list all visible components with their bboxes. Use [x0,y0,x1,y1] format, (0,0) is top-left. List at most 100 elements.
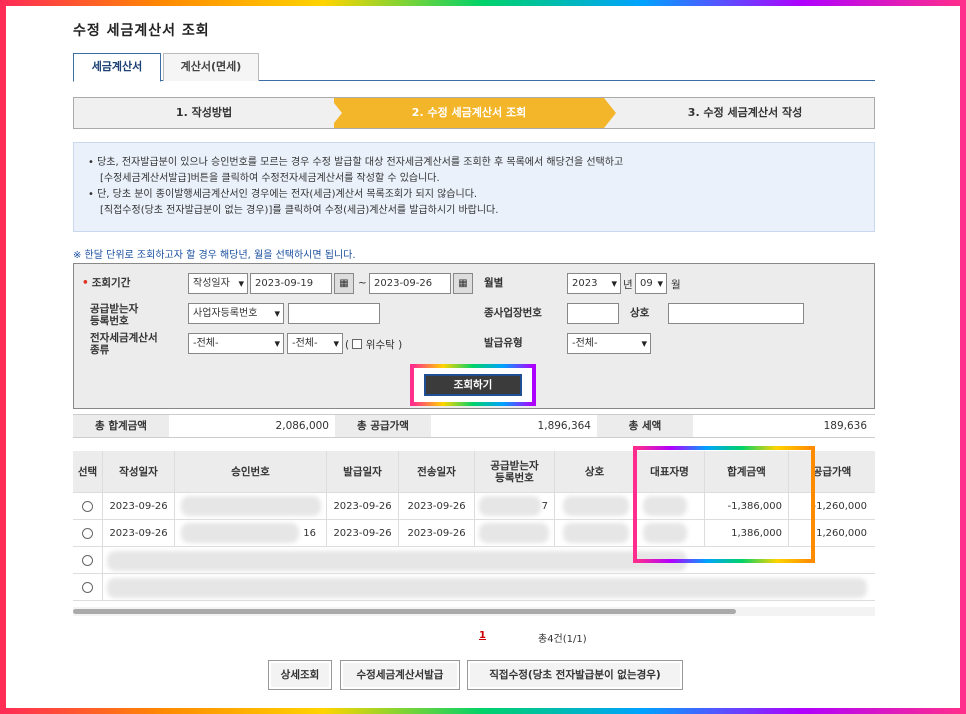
date-from-input[interactable]: 2023-09-19 [250,273,332,294]
period-label-text: 조회기간 [91,277,131,289]
month-unit: 월 [671,279,681,291]
total-sum-label: 총 합계금액 [73,415,169,437]
monthly-label: 월별 [484,277,504,289]
cell-buyer-reg: 7 [475,493,555,519]
page-link[interactable]: 1 [479,630,486,641]
redacted-block [181,496,321,516]
cell-approval-no [175,493,327,519]
issue-type-label: 발급유형 [484,337,523,349]
period-label: • 조회기간 [82,277,130,289]
col-write-date: 작성일자 [103,451,175,492]
notice-box: • 당초, 전자발급분이 있으나 승인번호를 모르는 경우 수정 발급할 대상 … [73,142,875,232]
consign-group: ( 위수탁 ) [345,339,403,351]
cell-issue-date: 2023-09-26 [327,520,399,546]
redacted-block [479,523,549,543]
search-button-highlight: 조회하기 [410,364,536,406]
step-2: 2. 수정 세금계산서 조회 [334,98,604,128]
reg-type-select[interactable]: 사업자등록번호 [188,303,284,324]
invoice-type-label: 전자세금계산서 종류 [90,332,158,356]
notice-line: • 당초, 전자발급분이 있으나 승인번호를 모르는 경우 수정 발급할 대상 … [88,157,624,168]
branch-label: 종사업장번호 [484,307,542,319]
row-select-cell [73,493,103,519]
row-select-cell [73,574,103,600]
redacted-block [479,496,541,516]
cell-issue-date: 2023-09-26 [327,493,399,519]
cell-send-date: 2023-09-26 [399,493,475,519]
cell-write-date: 2023-09-26 [103,493,175,519]
tab-bar: 세금계산서 계산서(면세) [73,53,875,82]
consign-checkbox[interactable] [352,339,363,349]
step-3: 3. 수정 세금계산서 작성 [687,106,803,119]
redacted-block [107,578,867,598]
total-sum-value: 2,086,000 [275,420,329,432]
cell-company [555,520,635,546]
step-arrow [330,98,342,128]
month-select[interactable]: 09 [635,273,667,294]
total-tax-value: 189,636 [823,420,867,432]
cell-company [555,493,635,519]
monthly-hint: ※ 한달 단위로 조회하고자 할 경우 해당년, 월을 선택하시면 됩니다. [73,250,356,261]
col-select: 선택 [73,451,103,492]
company-input[interactable] [668,303,804,324]
row-radio[interactable] [82,500,93,512]
row-select-cell [73,520,103,546]
result-count: 총4건(1/1) [538,634,587,645]
horizontal-scrollbar[interactable] [73,607,875,616]
consign-label: 위수탁 [365,339,395,351]
col-send-date: 전송일자 [399,451,475,492]
company-label: 상호 [630,307,650,319]
year-unit: 년 [623,279,633,291]
year-select[interactable]: 2023 [567,273,621,294]
notice-line: [직접수정(당초 전자발급분이 없는 경우)]를 클릭하여 수정(세금)계산서를… [100,205,499,216]
row-radio[interactable] [82,554,93,566]
redacted-block [107,551,687,571]
buyer-reg-label: 공급받는자 등록번호 [90,303,139,327]
notice-line: • 단, 당초 분이 종이발행세금계산서인 경우에는 전자(세금)계산서 목록조… [88,189,478,200]
scrollbar-thumb[interactable] [73,609,736,614]
branch-input[interactable] [567,303,619,324]
row-select-cell [73,547,103,573]
step-indicator: 1. 작성방법 2. 수정 세금계산서 조회 3. 수정 세금계산서 작성 [73,97,875,129]
row-radio[interactable] [82,527,93,539]
col-issue-date: 발급일자 [327,451,399,492]
total-supply-label: 총 공급가액 [335,415,431,437]
redacted-block [563,523,629,543]
approval-tail: 16 [303,527,316,539]
invoice-subtype-select[interactable]: -전체- [287,333,343,354]
step-1: 1. 작성방법 [175,106,233,119]
cell-write-date: 2023-09-26 [103,520,175,546]
cell-buyer-reg [475,520,555,546]
issue-type-select[interactable]: -전체- [567,333,651,354]
col-buyer-reg: 공급받는자 등록번호 [475,451,555,492]
required-icon: • [82,277,89,289]
detail-button[interactable]: 상세조회 [268,660,332,690]
notice-line: [수정세금계산서발급]버튼을 클릭하여 수정전자세금계산서를 작성할 수 있습니… [100,173,440,184]
direct-amend-button[interactable]: 직접수정(당초 전자발급분이 없는경우) [467,660,683,690]
invoice-type-select[interactable]: -전체- [188,333,284,354]
amend-issue-button[interactable]: 수정세금계산서발급 [340,660,460,690]
total-tax-label: 총 세액 [597,415,693,437]
page-title: 수정 세금계산서 조회 [73,23,210,39]
search-button[interactable]: 조회하기 [424,374,522,396]
tab-invoice-exempt[interactable]: 계산서(면세) [163,53,259,81]
col-approval-no: 승인번호 [175,451,327,492]
cell-approval-no: 16 [175,520,327,546]
row-radio[interactable] [82,581,93,593]
amount-highlight [633,446,815,563]
col-company: 상호 [555,451,635,492]
cell-send-date: 2023-09-26 [399,520,475,546]
calendar-icon[interactable]: ▦ [453,273,473,294]
range-tilde: ~ [358,277,367,289]
step-arrow [604,98,616,128]
total-supply-value: 1,896,364 [537,420,591,432]
reg-number-input[interactable] [288,303,380,324]
totals-bar: 총 합계금액 2,086,000 총 공급가액 1,896,364 총 세액 1… [73,414,875,438]
date-to-input[interactable]: 2023-09-26 [369,273,451,294]
redacted-block [563,496,629,516]
reg-tail: 7 [541,500,548,512]
redacted-block [181,523,299,543]
date-type-select[interactable]: 작성일자 [188,273,248,294]
tab-tax-invoice[interactable]: 세금계산서 [73,53,161,82]
calendar-icon[interactable]: ▦ [334,273,354,294]
table-row[interactable] [73,574,875,601]
